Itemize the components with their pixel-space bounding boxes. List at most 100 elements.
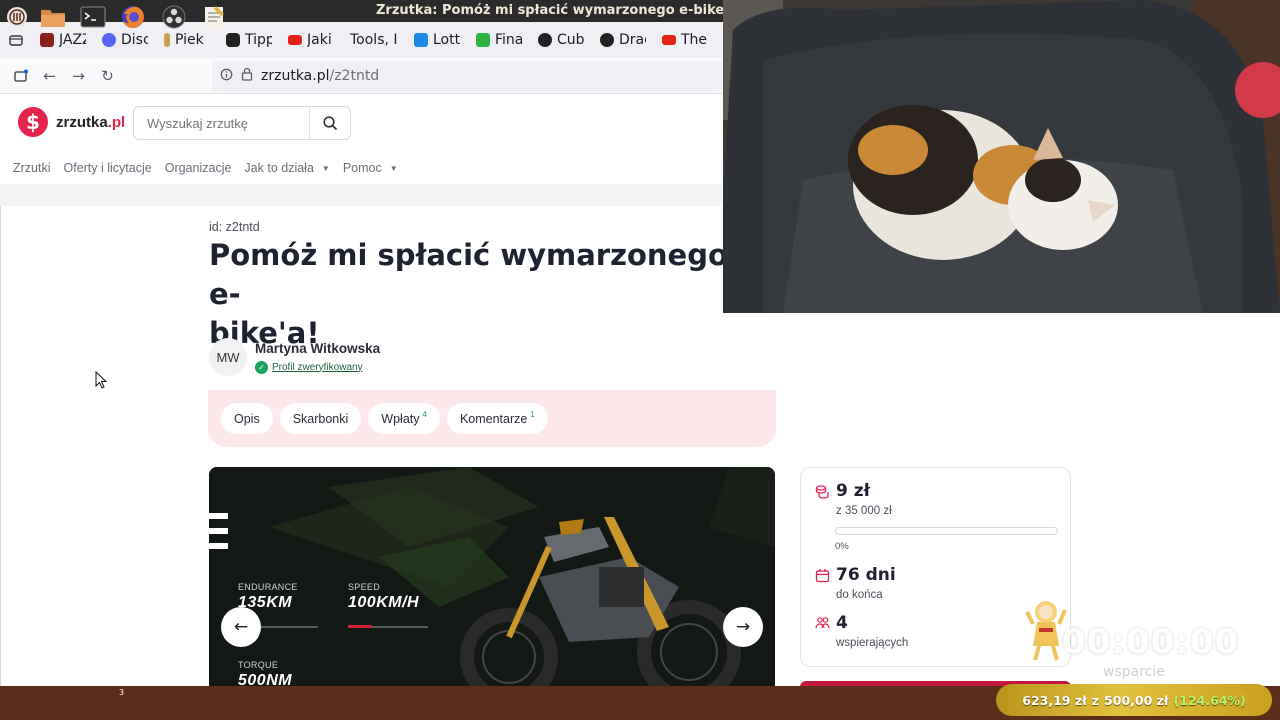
spec-label: ENDURANCE [238, 582, 298, 592]
caret-down-icon: ▼ [321, 163, 330, 173]
nav-item-offers[interactable]: Oferty i licytacje [64, 161, 152, 175]
search-button[interactable] [310, 107, 350, 139]
author-name[interactable]: Martyna Witkowska [255, 341, 380, 356]
spec-label: SPEED [348, 582, 381, 592]
campaign-tabs: Opis Skarbonki Wpłaty 4 Komentarze 1 [208, 390, 776, 447]
nav-item-organizations[interactable]: Organizacje [165, 161, 232, 175]
cube-favicon-icon [538, 33, 552, 47]
carousel-prev-button[interactable]: ← [221, 607, 261, 647]
browser-tab[interactable]: Jaki [280, 22, 342, 58]
youtube-favicon-icon [288, 35, 302, 45]
campaign-author: MW Martyna Witkowska ✓ Profil zweryfikow… [209, 338, 380, 376]
forward-arrow-icon[interactable]: → [64, 58, 93, 94]
screen: Zrzutka: Pomóż mi spłacić wymarzonego e-… [0, 0, 1280, 720]
browser-tab[interactable]: Tools, I [342, 22, 406, 58]
arrow-right-icon: → [735, 617, 751, 637]
dracula-favicon-icon [600, 33, 614, 47]
campaign-id: id: z2tntd [209, 220, 260, 234]
nav-item-how-it-works[interactable]: Jak to działa ▼ [244, 161, 329, 175]
youtube-favicon-icon [662, 35, 676, 45]
page-favicon-icon [164, 33, 170, 47]
supporters-count: 4 [836, 613, 848, 633]
days-remaining: 76 dni [836, 565, 896, 585]
jazz-favicon-icon [40, 33, 54, 47]
start-menu-icon[interactable] [0, 2, 34, 32]
stream-timer: 00:00:00 [1062, 622, 1240, 662]
firefox-icon[interactable] [116, 2, 150, 32]
calendar-icon [815, 569, 830, 583]
goal-amount: z 35 000 zł [836, 505, 892, 517]
spec-label: TORQUE [238, 660, 279, 670]
payments-count: 4 [422, 410, 427, 419]
mascot-sticker-icon [1025, 601, 1067, 661]
discord-favicon-icon [102, 33, 116, 47]
avatar[interactable]: MW [209, 338, 247, 376]
search-box [133, 106, 351, 140]
browser-tab[interactable]: Fina [468, 22, 530, 58]
spec-bar-active [348, 625, 372, 628]
text-editor-icon[interactable] [197, 2, 231, 32]
campaign-title: Pomóż mi spłacić wymarzonego e-bike'a! [209, 238, 728, 350]
browser-tab[interactable]: Cub [530, 22, 592, 58]
search-icon [322, 115, 337, 130]
logo-wordmark: zrzutka.pl [56, 113, 126, 131]
donation-separator: z [1091, 692, 1100, 708]
brand-mark [209, 513, 228, 549]
campaign-hero-image: ENDURANCE 135KM SPEED 100KM/H TORQUE 500… [209, 467, 775, 686]
spec-value: 500NM [238, 672, 293, 686]
url-text: zrzutka.pl/z2tntd [261, 68, 380, 84]
tab-payments[interactable]: Wpłaty 4 [368, 403, 440, 434]
zrzutka-logo-icon: $ [14, 107, 52, 137]
file-manager-icon[interactable] [36, 2, 70, 32]
carousel-next-button[interactable]: → [723, 607, 763, 647]
obs-icon[interactable] [157, 2, 191, 32]
finance-favicon-icon [476, 33, 490, 47]
site-info-icon[interactable] [220, 68, 233, 85]
browser-tab[interactable]: Drac [592, 22, 654, 58]
lotto-favicon-icon [414, 33, 428, 47]
donation-goal: 500,00 zł [1104, 692, 1169, 708]
stat-days: 76 dni do końca [815, 565, 896, 601]
stat-supporters: 4 wspierających [815, 613, 908, 649]
sidebar-toggle-icon[interactable] [6, 58, 35, 94]
site-header: $ zrzutka.pl [0, 94, 722, 154]
stream-caption: wsparcie [1103, 664, 1165, 680]
nav-item-zrzutki[interactable]: Zrzutki [13, 161, 51, 175]
address-bar[interactable]: zrzutka.pl/z2tntd [212, 61, 722, 91]
progress-bar [835, 527, 1058, 535]
supporters-icon [815, 617, 830, 629]
cat-on-chair-image [723, 0, 1280, 313]
donation-amount: 623,19 zł [1022, 692, 1087, 708]
page-border [0, 206, 1, 686]
lock-icon [241, 67, 253, 85]
arrow-left-icon: ← [233, 617, 249, 637]
site-nav: Zrzutki Oferty i licytacje Organizacje J… [0, 152, 722, 184]
days-label: do końca [836, 589, 883, 601]
search-input[interactable] [134, 107, 310, 139]
reload-icon[interactable]: ↻ [93, 58, 122, 94]
tab-description[interactable]: Opis [221, 403, 273, 434]
back-arrow-icon[interactable]: ← [35, 58, 64, 94]
tab-comments[interactable]: Komentarze 1 [446, 403, 548, 434]
tab-piggybanks[interactable]: Skarbonki [279, 403, 362, 434]
terminal-icon[interactable] [76, 2, 110, 32]
verified-badge: ✓ Profil zweryfikowany [255, 360, 380, 374]
raised-amount: 9 zł [836, 481, 870, 501]
caret-down-icon: ▼ [389, 163, 398, 173]
comments-count: 1 [530, 410, 535, 419]
webcam-overlay [723, 0, 1280, 313]
coins-icon [815, 485, 829, 499]
nav-item-help[interactable]: Pomoc ▼ [343, 161, 398, 175]
tipply-favicon-icon [226, 33, 240, 47]
verified-profile-link[interactable]: Profil zweryfikowany [272, 362, 363, 373]
firefox-window-count: 3 [119, 688, 125, 697]
browser-tab[interactable]: The [654, 22, 716, 58]
browser-nav-bar: ← → ↻ zrzutka.pl/z2tntd [0, 58, 722, 94]
progress-percent: 0% [835, 541, 849, 552]
browser-tab[interactable]: Lott [406, 22, 468, 58]
donation-goal-bar: 623,19 zł z 500,00 zł (124.64%) [996, 684, 1272, 716]
site-logo[interactable]: $ zrzutka.pl [14, 107, 125, 137]
donation-percent: (124.64%) [1173, 692, 1246, 708]
spec-value: 100KM/H [348, 594, 420, 611]
mouse-cursor-icon [95, 371, 107, 389]
